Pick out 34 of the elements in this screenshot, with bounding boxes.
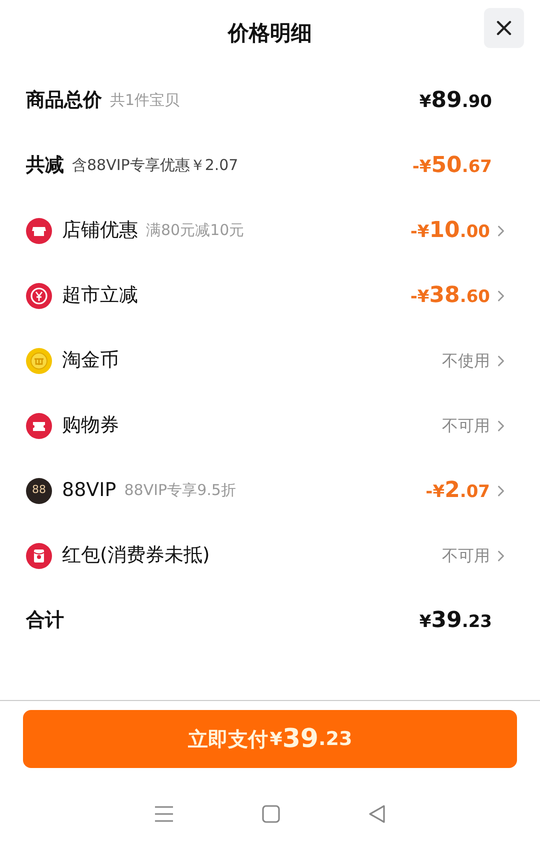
row-note: 共1件宝贝 <box>110 90 180 112</box>
row-label: 共减 <box>26 153 64 178</box>
row-label: 超市立减 <box>62 283 138 308</box>
envelope-icon <box>26 542 52 568</box>
ticket-icon <box>26 412 52 438</box>
row-label: 购物券 <box>62 413 119 438</box>
amount-text: -¥38.60 <box>410 287 490 306</box>
page-title: 价格明细 <box>228 20 312 48</box>
amount-text: ¥39.23 <box>419 612 492 631</box>
yen-circle-icon <box>26 282 52 308</box>
back-icon[interactable] <box>367 804 387 824</box>
vip-badge-icon: 88 <box>26 478 52 504</box>
row-label: 红包(消费券未抵) <box>62 543 210 568</box>
row-label: 淘金币 <box>62 348 119 374</box>
status-text: 不可用 <box>442 414 490 436</box>
status-text: 不使用 <box>442 350 490 372</box>
pay-button[interactable]: 立即支付¥39.23 <box>23 710 517 768</box>
row-label: 88VIP <box>62 478 116 504</box>
amount-text: ¥89.90 <box>419 92 492 111</box>
home-icon[interactable] <box>261 804 281 824</box>
row-label: 合计 <box>26 608 64 634</box>
row-note: 含88VIP专享优惠￥2.07 <box>72 155 238 176</box>
row-note: 满80元减10元 <box>146 220 244 242</box>
row-note: 88VIP专享9.5折 <box>124 480 236 502</box>
coin-icon <box>26 348 52 374</box>
shop-icon <box>26 218 52 244</box>
status-text: 不可用 <box>442 544 490 566</box>
amount-text: -¥2.07 <box>426 482 490 501</box>
menu-icon[interactable] <box>153 804 175 824</box>
amount-text: -¥10.00 <box>410 222 490 241</box>
row-label: 店铺优惠 <box>62 218 138 244</box>
amount-text: -¥50.67 <box>412 157 492 176</box>
close-button[interactable] <box>484 8 524 48</box>
row-label: 商品总价 <box>26 88 102 114</box>
